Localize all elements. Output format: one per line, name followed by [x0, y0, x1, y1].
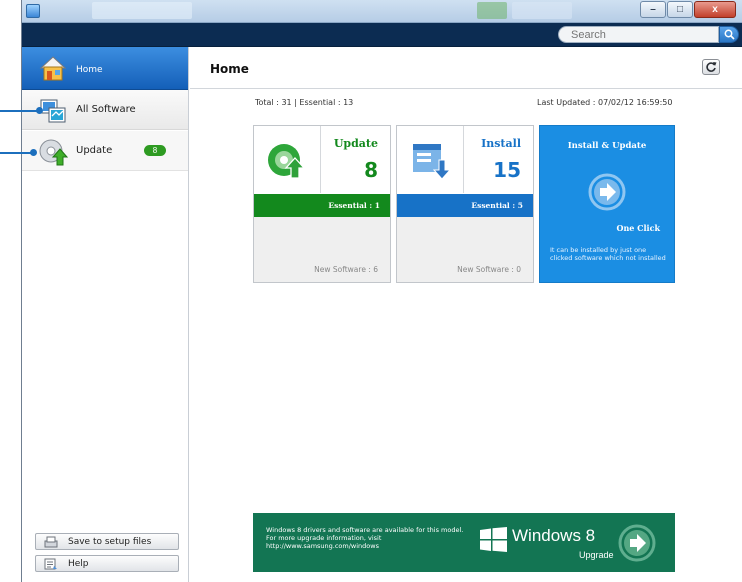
help-label: Help [68, 558, 89, 569]
callout-marker [30, 149, 37, 156]
save-to-setup-files-button[interactable]: Save to setup files [35, 533, 179, 550]
app-window: – □ x Home [0, 0, 742, 582]
install-card-count: 15 [493, 158, 521, 182]
search-input[interactable] [558, 26, 719, 43]
sidebar-item-label: Home [76, 65, 103, 75]
install-card[interactable]: Install 15 Essential : 5 New Software : … [396, 125, 534, 283]
sidebar: Home All Software Update 8 Save to setup… [22, 47, 189, 582]
install-card-header: Install 15 [397, 126, 533, 193]
window-controls: – □ x [639, 1, 736, 18]
title-bar-highlight [92, 2, 192, 19]
update-disc-icon [268, 144, 306, 179]
sidebar-item-label: All Software [76, 104, 136, 115]
install-new-software: New Software : 0 [457, 265, 521, 274]
save-to-setup-files-label: Save to setup files [68, 536, 152, 547]
one-click-label: One Click [616, 223, 660, 233]
install-and-update-title: Install & Update [567, 141, 647, 151]
card-divider [320, 126, 321, 193]
update-card-header: Update 8 [254, 126, 390, 193]
install-card-title: Install [481, 137, 521, 150]
last-updated: Last Updated : 07/02/12 16:59:50 [537, 98, 673, 107]
page-title: Home [210, 62, 249, 76]
maximize-button[interactable]: □ [667, 1, 693, 18]
top-bar [22, 23, 742, 47]
update-card-title: Update [333, 137, 378, 150]
save-icon [44, 536, 58, 547]
sidebar-item-all-software[interactable]: All Software [22, 90, 188, 130]
windows8-upgrade-banner[interactable]: Windows 8 drivers and software are avail… [253, 513, 675, 572]
home-icon [39, 56, 67, 81]
arrow-right-circle-icon [588, 173, 626, 211]
update-card-count: 8 [364, 158, 378, 182]
total-summary: Total : 31 | Essential : 13 [255, 98, 354, 107]
callout-line [0, 110, 40, 112]
search-button[interactable] [719, 26, 739, 43]
update-count-badge: 8 [144, 145, 166, 156]
minimize-button[interactable]: – [640, 1, 666, 18]
sidebar-item-update[interactable]: Update 8 [22, 131, 188, 171]
title-bar-highlight [477, 2, 507, 19]
install-icon [413, 144, 451, 180]
update-new-software: New Software : 6 [314, 265, 378, 274]
banner-description: Windows 8 drivers and software are avail… [266, 526, 464, 550]
callout-line [0, 152, 34, 154]
install-essential-strip: Essential : 5 [397, 194, 533, 217]
refresh-button[interactable] [702, 59, 720, 75]
update-icon [39, 139, 68, 166]
main-header: Home [190, 47, 742, 89]
card-divider [463, 126, 464, 193]
sidebar-item-home[interactable]: Home [22, 47, 188, 90]
sidebar-item-label: Update [76, 145, 113, 156]
update-essential-strip: Essential : 1 [254, 194, 390, 217]
title-bar: – □ x [22, 0, 742, 23]
install-card-footer: New Software : 0 [397, 217, 533, 282]
windows-logo-icon [480, 527, 507, 552]
install-and-update-description: It can be installed by just one clicked … [550, 246, 666, 262]
close-button[interactable]: x [694, 1, 736, 18]
callout-marker [36, 107, 43, 114]
windows8-upgrade-label: Upgrade [579, 550, 614, 560]
help-icon [44, 558, 57, 569]
arrow-right-circle-icon [618, 524, 656, 562]
title-bar-highlight [512, 2, 572, 19]
help-button[interactable]: Help [35, 555, 179, 572]
install-and-update-card[interactable]: Install & Update One Click It can be ins… [539, 125, 675, 283]
windows8-brand: Windows 8 [512, 526, 596, 545]
update-card[interactable]: Update 8 Essential : 1 New Software : 6 [253, 125, 391, 283]
refresh-icon [706, 62, 717, 72]
update-card-footer: New Software : 6 [254, 217, 390, 282]
app-icon [26, 4, 40, 18]
search-icon [724, 29, 735, 40]
